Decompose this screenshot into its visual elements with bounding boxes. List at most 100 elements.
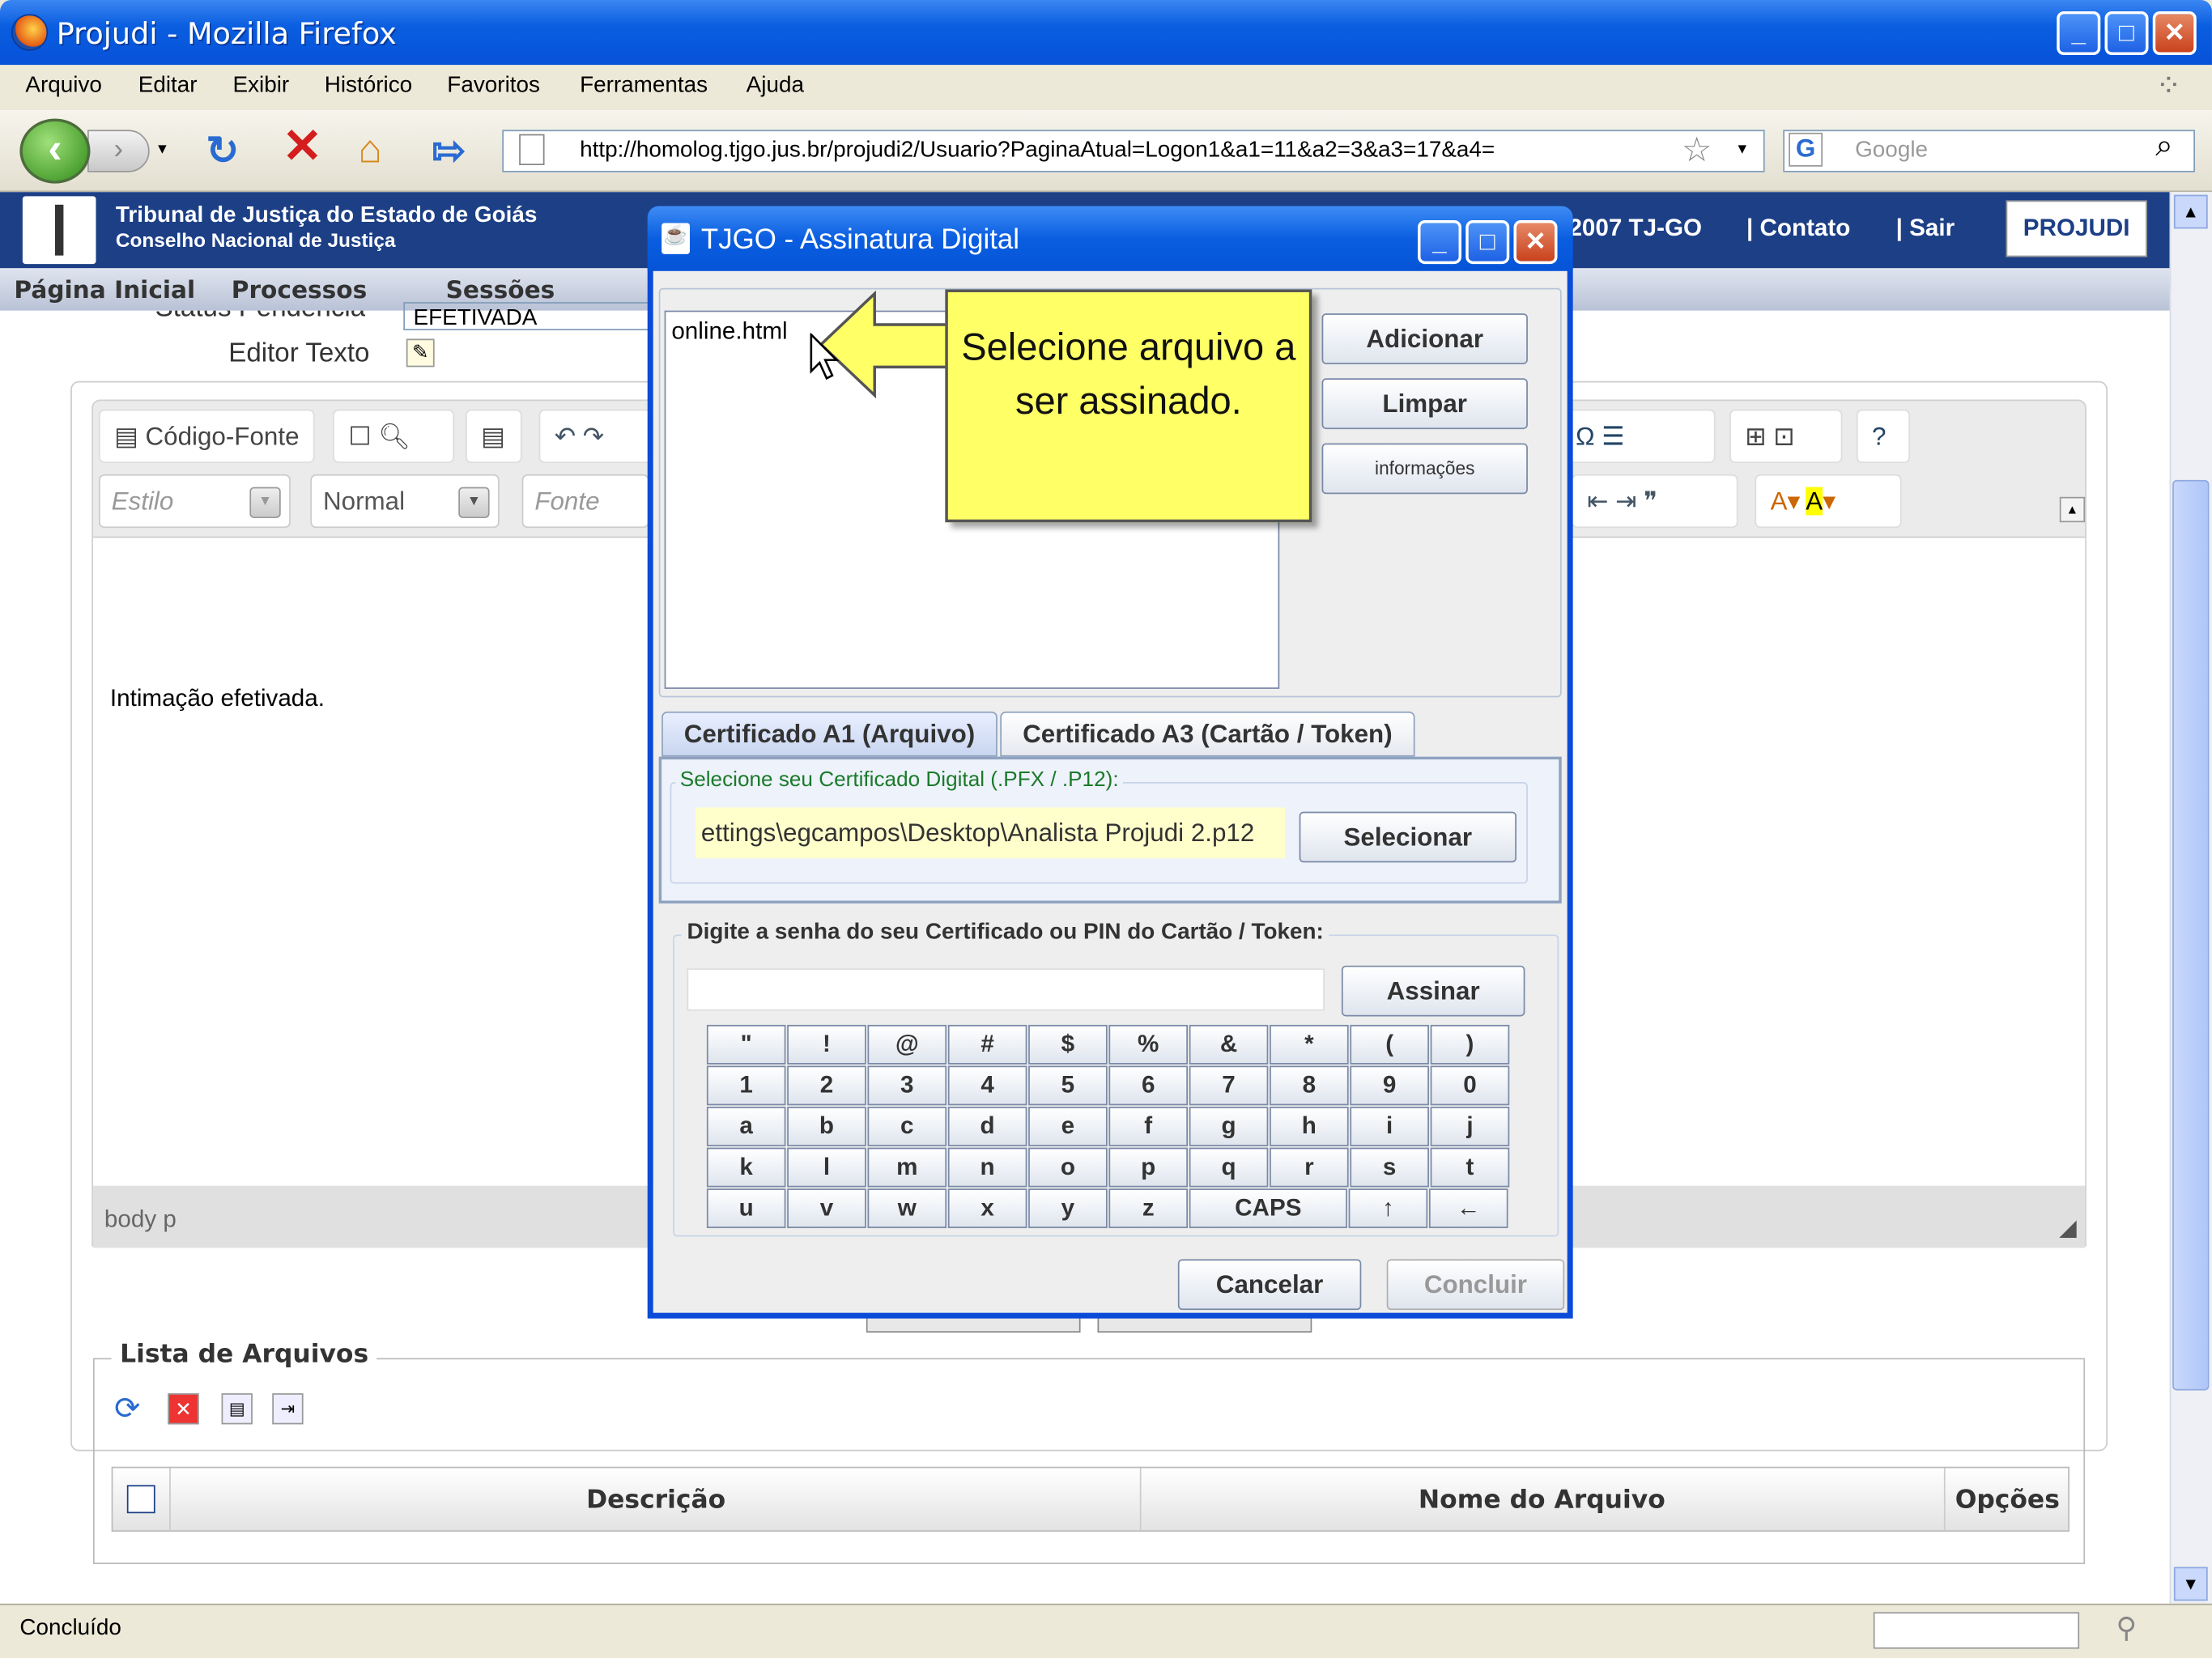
home-icon[interactable]: ⌂ (359, 127, 382, 172)
key-2-2[interactable]: c (867, 1107, 947, 1146)
key-2-4[interactable]: e (1028, 1107, 1108, 1146)
key-4-0[interactable]: u (706, 1188, 786, 1229)
nav-sessoes[interactable]: Sessões (446, 277, 555, 305)
maximize-button[interactable]: □ (2104, 11, 2149, 56)
key-1-6[interactable]: 7 (1189, 1065, 1269, 1106)
key-2-1[interactable]: b (787, 1107, 866, 1146)
tab-certificado-a1[interactable]: Certificado A1 (Arquivo) (661, 711, 998, 757)
insert-file-icon[interactable]: ⇥ (272, 1393, 304, 1425)
format-combo[interactable]: Normal ▼ (310, 474, 500, 529)
dialog-maximize-button[interactable]: □ (1465, 220, 1510, 265)
star-icon[interactable]: ☆ (1682, 130, 1712, 171)
menu-favoritos[interactable]: Favoritos (447, 74, 540, 99)
status-pendencia-select[interactable]: EFETIVADA (403, 302, 652, 331)
key-0-6[interactable]: & (1189, 1024, 1269, 1065)
key-1-1[interactable]: 2 (787, 1065, 866, 1106)
key-1-5[interactable]: 6 (1108, 1065, 1189, 1106)
key-4-3[interactable]: x (947, 1188, 1027, 1229)
file-list-item[interactable]: online.html (671, 317, 787, 346)
key-0-8[interactable]: ( (1350, 1024, 1429, 1065)
key-4-2[interactable]: w (867, 1188, 947, 1229)
key-2-6[interactable]: g (1189, 1107, 1269, 1146)
google-engine-icon[interactable]: G (1789, 132, 1823, 167)
url-dropdown-icon[interactable]: ▾ (1738, 138, 1747, 158)
nav-processos[interactable]: Processos (232, 277, 368, 305)
menu-arquivo[interactable]: Arquivo (25, 74, 102, 99)
key-0-3[interactable]: # (947, 1024, 1027, 1065)
key-4-1[interactable]: v (787, 1188, 866, 1229)
indent-icon[interactable]: ⇤ ⇥ ❞ (1571, 474, 1738, 529)
edit-icon[interactable]: ✎ (406, 338, 435, 368)
nav-pagina-inicial[interactable]: Página Inicial (14, 277, 195, 305)
history-dropdown-icon[interactable]: ▾ (158, 138, 167, 158)
key-1-2[interactable]: 3 (867, 1065, 947, 1106)
maximize-editor-icon[interactable]: ⊞ ⊡ (1729, 409, 1843, 463)
minimize-button[interactable]: _ (2057, 11, 2101, 56)
key-4-8[interactable]: ← (1428, 1188, 1508, 1229)
delete-icon[interactable]: ✕ (168, 1393, 199, 1425)
scrollbar-thumb[interactable] (2172, 479, 2210, 1391)
key-3-0[interactable]: k (706, 1147, 786, 1188)
search-icon[interactable]: ⌕ (2155, 127, 2172, 164)
refresh-icon[interactable]: ⟳ (114, 1391, 140, 1427)
scroll-down-icon[interactable]: ▼ (2173, 1567, 2208, 1601)
close-button[interactable]: ✕ (2152, 11, 2197, 56)
key-3-6[interactable]: q (1189, 1147, 1269, 1188)
key-0-7[interactable]: * (1270, 1024, 1349, 1065)
key-2-5[interactable]: f (1108, 1107, 1189, 1146)
key-0-1[interactable]: ! (787, 1024, 866, 1065)
key-3-8[interactable]: s (1350, 1147, 1429, 1188)
key-2-3[interactable]: d (947, 1107, 1027, 1146)
limpar-button[interactable]: Limpar (1321, 378, 1528, 430)
back-button[interactable]: ‹ (19, 118, 91, 184)
col-opcoes[interactable]: Opções (1944, 1485, 2071, 1515)
key-0-5[interactable]: % (1108, 1024, 1189, 1065)
key-3-9[interactable]: t (1430, 1147, 1510, 1188)
key-3-3[interactable]: n (947, 1147, 1027, 1188)
collapse-toolbar-icon[interactable]: ▲ (2059, 496, 2086, 523)
menu-editar[interactable]: Editar (138, 74, 198, 99)
menu-historico[interactable]: Histórico (325, 74, 412, 99)
menu-ferramentas[interactable]: Ferramentas (580, 74, 708, 99)
special-char-icon[interactable]: Ω ☰ (1559, 409, 1716, 463)
contato-link[interactable]: | Contato (1746, 215, 1850, 243)
search-input[interactable]: Google (1783, 130, 2196, 172)
help-icon[interactable]: ? (1856, 409, 1911, 463)
window-titlebar[interactable]: Projudi - Mozilla Firefox _ □ ✕ (0, 0, 2212, 66)
col-descricao[interactable]: Descrição (113, 1485, 1199, 1515)
key-3-7[interactable]: r (1270, 1147, 1349, 1188)
key-2-9[interactable]: j (1430, 1107, 1510, 1146)
key-3-4[interactable]: o (1028, 1147, 1108, 1188)
key-2-0[interactable]: a (706, 1107, 786, 1146)
stop-icon[interactable]: ✕ (282, 118, 322, 175)
forward-button[interactable]: › (87, 130, 150, 172)
new-page-icon[interactable]: ☐ 🔍︎ (333, 409, 455, 463)
key-0-2[interactable]: @ (867, 1024, 947, 1065)
key-0-4[interactable]: $ (1028, 1024, 1108, 1065)
dialog-titlebar[interactable]: ☕ TJGO - Assinatura Digital _ □ ✕ (647, 206, 1573, 271)
key-1-3[interactable]: 4 (947, 1065, 1027, 1106)
menu-ajuda[interactable]: Ajuda (747, 74, 804, 99)
key-1-7[interactable]: 8 (1270, 1065, 1349, 1106)
menu-exibir[interactable]: Exibir (232, 74, 289, 99)
key-3-2[interactable]: m (867, 1147, 947, 1188)
bookmark-manager-icon[interactable]: ⇰ (432, 127, 465, 174)
key-1-9[interactable]: 0 (1430, 1065, 1510, 1106)
cancelar-button[interactable]: Cancelar (1177, 1259, 1362, 1311)
key-3-5[interactable]: p (1108, 1147, 1189, 1188)
key-0-9[interactable]: ) (1430, 1024, 1510, 1065)
key-4-6[interactable]: CAPS (1189, 1188, 1347, 1229)
key-3-1[interactable]: l (787, 1147, 866, 1188)
assinar-button[interactable]: Assinar (1341, 965, 1525, 1017)
url-bar[interactable]: http://homolog.tjgo.jus.br/projudi2/Usua… (502, 130, 1765, 172)
font-combo[interactable]: Fonte (521, 474, 649, 529)
source-button[interactable]: ▤ Código-Fonte (98, 409, 315, 463)
style-combo[interactable]: Estilo ▼ (98, 474, 291, 529)
key-4-7[interactable]: ↑ (1348, 1188, 1428, 1229)
key-2-7[interactable]: h (1270, 1107, 1349, 1146)
informacoes-button[interactable]: informações (1321, 443, 1528, 495)
scroll-up-icon[interactable]: ▲ (2173, 194, 2208, 229)
concluir-button[interactable]: Concluir (1386, 1259, 1565, 1311)
col-nome-arquivo[interactable]: Nome do Arquivo (1140, 1485, 1944, 1515)
text-color-icon[interactable]: A▾ A▾ (1755, 474, 1902, 529)
